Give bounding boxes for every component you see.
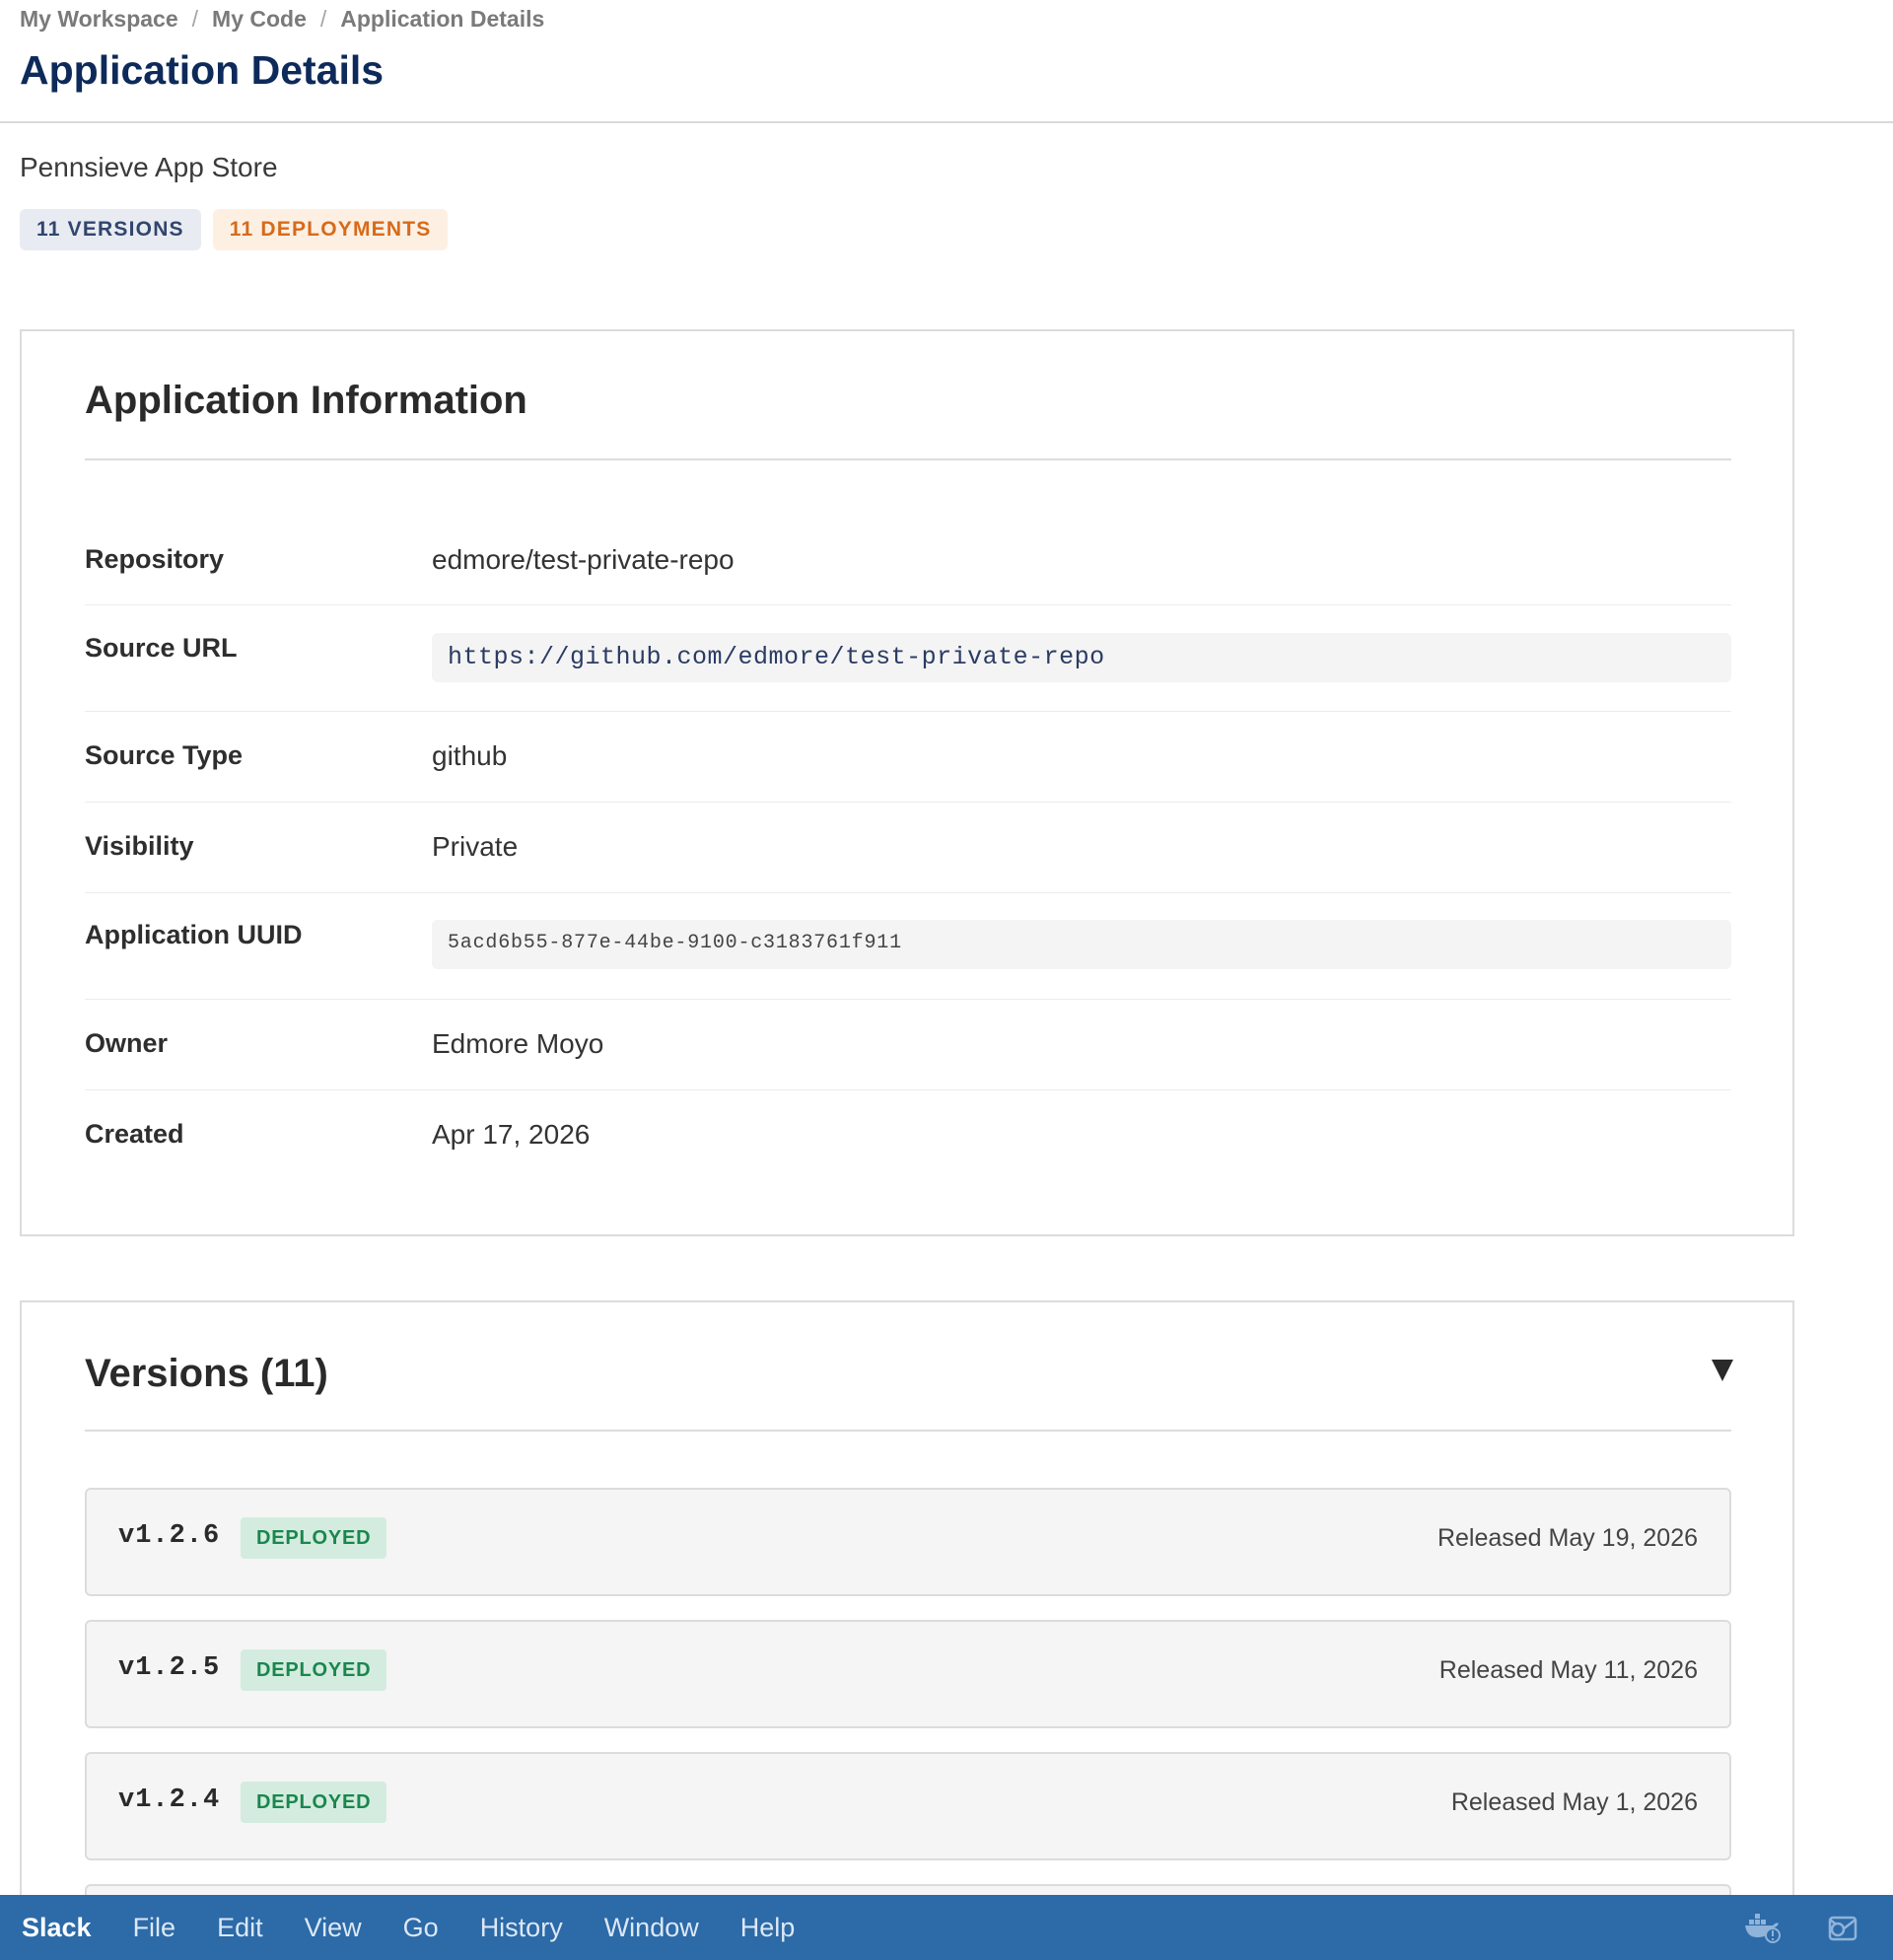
row-label: Application UUID (85, 920, 303, 949)
menu-help[interactable]: Help (740, 1913, 796, 1943)
application-uuid-value[interactable]: 5acd6b55-877e-44be-9100-c3183761f911 (432, 920, 1731, 969)
source-url-value[interactable]: https://github.com/edmore/test-private-r… (432, 633, 1731, 682)
row-label: Owner (85, 1028, 169, 1058)
summary-badges: 11 VERSIONS 11 DEPLOYMENTS (20, 209, 449, 250)
status-badge: DEPLOYED (241, 1649, 387, 1691)
page-header: My Workspace / My Code / Application Det… (0, 0, 1893, 123)
breadcrumb-separator: / (191, 6, 199, 32)
menu-app-slack[interactable]: Slack (22, 1913, 92, 1943)
version-row[interactable]: v1.2.5 DEPLOYED Released May 11, 2026 (85, 1620, 1731, 1728)
store-name: Pennsieve App Store (20, 152, 278, 182)
status-tray (1743, 1911, 1863, 1944)
chevron-down-icon[interactable] (1712, 1360, 1733, 1381)
application-information-card: Application Information Repository edmor… (20, 329, 1794, 1236)
version-tag: v1.2.5 (118, 1653, 221, 1683)
breadcrumb-my-workspace[interactable]: My Workspace (20, 6, 178, 33)
version-tag: v1.2.6 (118, 1521, 221, 1551)
breadcrumb-current: Application Details (340, 6, 545, 32)
versions-count-badge: 11 VERSIONS (20, 209, 201, 250)
visibility-value: Private (432, 831, 519, 862)
row-label: Source Type (85, 740, 244, 770)
version-row[interactable]: v1.2.6 DEPLOYED Released May 19, 2026 (85, 1488, 1731, 1596)
breadcrumb: My Workspace / My Code / Application Det… (20, 6, 544, 33)
breadcrumb-separator: / (319, 6, 327, 32)
menu-window[interactable]: Window (604, 1913, 699, 1943)
versions-card: Versions (11) v1.2.6 DEPLOYED Released M… (20, 1300, 1794, 1960)
version-row[interactable]: v1.2.4 DEPLOYED Released May 1, 2026 (85, 1752, 1731, 1860)
breadcrumb-my-code[interactable]: My Code (212, 6, 307, 33)
card-title: Application Information (85, 379, 527, 422)
divider (85, 892, 1731, 893)
menu-view[interactable]: View (305, 1913, 362, 1943)
divider (85, 604, 1731, 605)
repository-value: edmore/test-private-repo (432, 544, 735, 575)
row-label: Repository (85, 544, 225, 574)
source-type-value: github (432, 740, 508, 771)
release-date: Released May 19, 2026 (1437, 1524, 1698, 1552)
page-title: Application Details (20, 47, 385, 93)
status-badge: DEPLOYED (241, 1517, 387, 1559)
status-badge: DEPLOYED (241, 1782, 387, 1823)
docker-icon[interactable] (1743, 1911, 1783, 1944)
owner-value: Edmore Moyo (432, 1028, 604, 1059)
divider (85, 802, 1731, 803)
deployments-count-badge: 11 DEPLOYMENTS (212, 209, 449, 250)
menu-file[interactable]: File (133, 1913, 176, 1943)
divider (85, 1430, 1731, 1432)
version-tag: v1.2.4 (118, 1785, 221, 1815)
divider (85, 1089, 1731, 1090)
versions-title: Versions (11) (85, 1352, 328, 1395)
created-value: Apr 17, 2026 (432, 1119, 591, 1150)
row-label: Created (85, 1119, 184, 1149)
menu-edit[interactable]: Edit (217, 1913, 263, 1943)
divider (85, 999, 1731, 1000)
app-menubar: Slack File Edit View Go History Window H… (0, 1895, 1893, 1960)
menu-go[interactable]: Go (403, 1913, 439, 1943)
row-label: Visibility (85, 831, 194, 861)
divider (85, 458, 1731, 460)
menu-history[interactable]: History (480, 1913, 563, 1943)
release-date: Released May 1, 2026 (1450, 1788, 1698, 1816)
outlook-icon[interactable] (1824, 1911, 1863, 1944)
divider (85, 711, 1731, 712)
release-date: Released May 11, 2026 (1438, 1656, 1698, 1684)
row-label: Source URL (85, 633, 238, 663)
